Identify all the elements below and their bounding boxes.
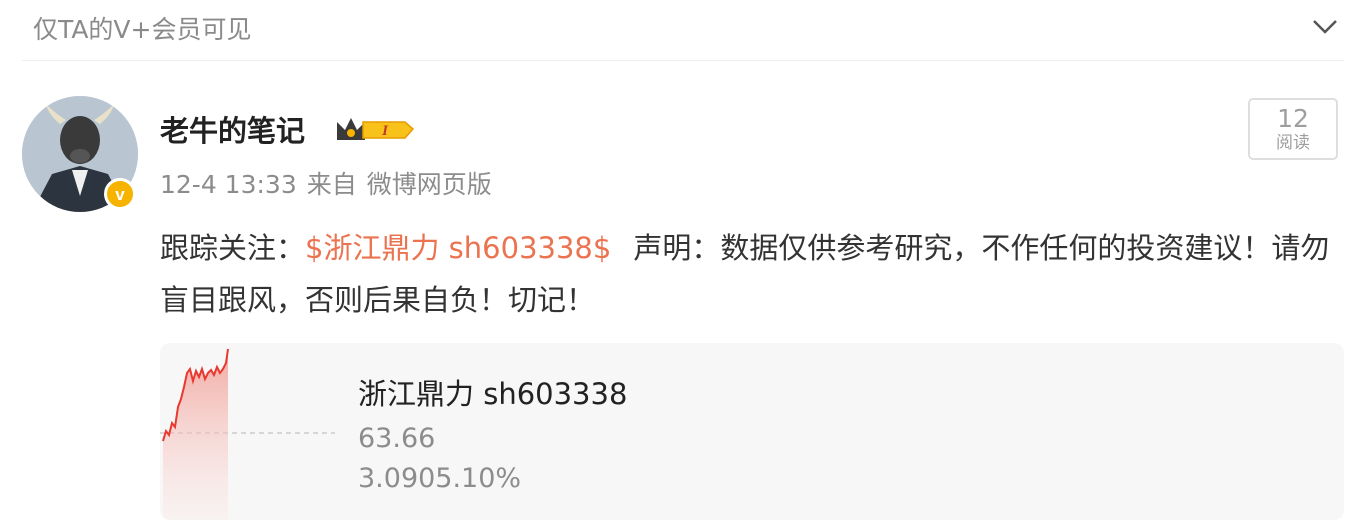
post-date[interactable]: 12-4 13:33 [160, 170, 297, 199]
vip-level: I [381, 123, 389, 139]
chevron-down-icon[interactable] [1310, 12, 1340, 42]
username[interactable]: 老牛的笔记 [160, 108, 305, 150]
post-meta: 12-4 13:33 来自 微博网页版 [160, 165, 502, 201]
visibility-bar: 仅TA的V+会员可见 [0, 0, 1365, 60]
stock-link[interactable]: $浙江鼎力 sh603338$ [305, 231, 611, 265]
visibility-notice: 仅TA的V+会员可见 [33, 15, 252, 44]
verified-letter: v [115, 185, 125, 204]
read-count: 12 [1277, 104, 1309, 133]
post-source[interactable]: 微博网页版 [367, 170, 492, 199]
stock-name: 浙江鼎力 sh603338 [358, 377, 628, 411]
verified-badge-icon: v [104, 178, 136, 210]
vip-crown-badge-icon[interactable]: I [333, 112, 415, 146]
divider [22, 60, 1344, 61]
post-content: 跟踪关注：$浙江鼎力 sh603338$ 声明：数据仅供参考研究，不作任何的投资建… [160, 222, 1350, 326]
stock-card[interactable]: 浙江鼎力 sh603338 63.66 3.0905.10% [160, 343, 1344, 520]
stock-mini-chart [160, 348, 335, 520]
stock-price: 63.66 [358, 423, 436, 454]
avatar[interactable]: v [22, 96, 138, 212]
read-label: 阅读 [1276, 133, 1310, 153]
stock-change: 3.0905.10% [358, 463, 522, 494]
source-prefix: 来自 [306, 170, 357, 199]
content-prefix: 跟踪关注： [160, 231, 306, 265]
read-count-box: 12 阅读 [1248, 98, 1338, 160]
